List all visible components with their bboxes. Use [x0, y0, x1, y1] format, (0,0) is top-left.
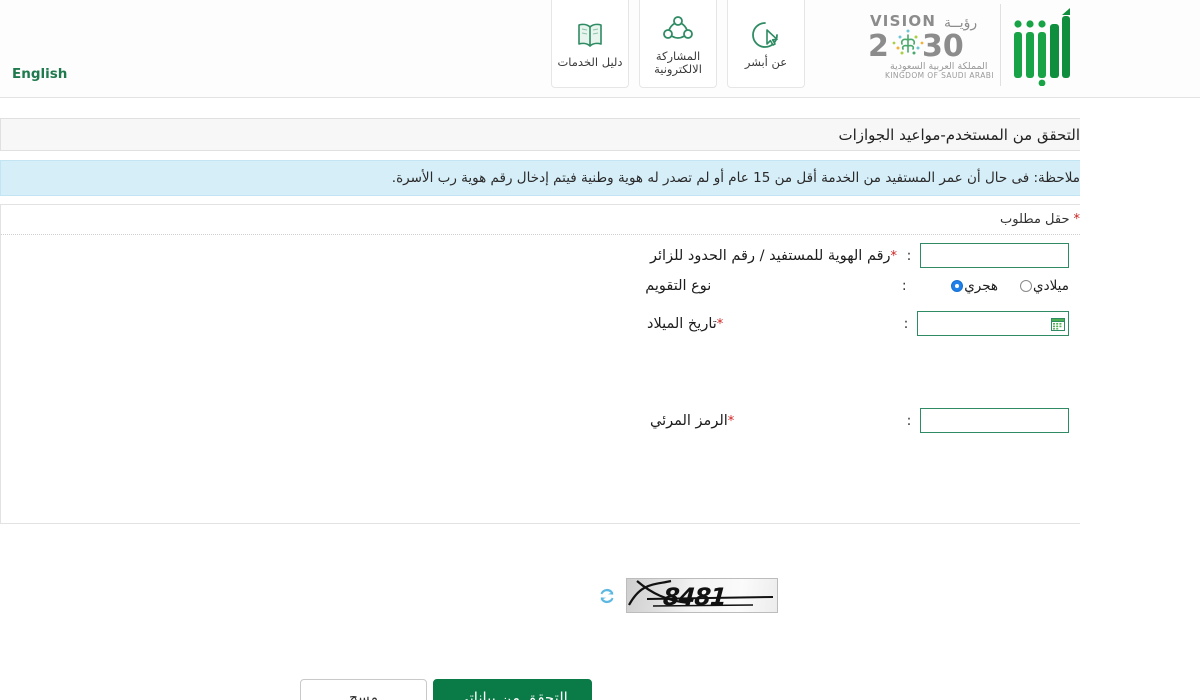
radio-hijri[interactable]: [951, 280, 964, 292]
birth-date-row: : *تاريخ الميلاد: [629, 311, 1069, 336]
id-number-required-star: *: [890, 248, 898, 264]
header-nav-tiles: دليل الخدمات المشاركة الالكترونية عن أبش…: [551, 0, 805, 88]
required-asterisk: *: [1073, 212, 1081, 227]
captcha-noise-lines: [628, 579, 774, 607]
calendar-type-radio-group: ميلادي هجري: [951, 278, 1069, 294]
about-cursor-icon: [750, 18, 782, 52]
nav-tile-e-participation[interactable]: المشاركة الالكترونية: [639, 0, 717, 88]
visual-code-colon: :: [906, 412, 912, 429]
id-number-row: : *رقم الهوية للمستفيد / رقم الحدود للزا…: [629, 243, 1069, 268]
calendar-type-label: نوع التقويم: [645, 278, 712, 294]
captcha-row: 8481: [596, 578, 778, 613]
visual-code-control: [920, 408, 1069, 433]
visual-code-label: الرمز المرئي: [650, 412, 728, 429]
visual-code-row: : *الرمز المرئي: [629, 408, 1069, 433]
id-number-input[interactable]: [920, 243, 1069, 268]
birth-date-input[interactable]: [917, 311, 1069, 336]
radio-gregorian[interactable]: [1020, 280, 1033, 292]
captcha-image: 8481: [626, 578, 778, 613]
vision-year-left: 2: [868, 29, 889, 64]
e-participation-icon: [662, 12, 694, 46]
page-body: التحقق من المستخدم-مواعيد الجوازات ملاحظ…: [0, 98, 1200, 700]
calendar-type-option-gregorian[interactable]: ميلادي: [1020, 278, 1069, 294]
calendar-type-row: ميلادي هجري : نوع التقويم: [621, 278, 1069, 294]
notice-text: ملاحظة: فى حال أن عمر المستفيد من الخدمة…: [391, 170, 1080, 186]
visual-code-input[interactable]: [920, 408, 1069, 433]
nav-tile-label: المشاركة الالكترونية: [654, 48, 702, 76]
verify-button[interactable]: التحقق من بياناتي: [433, 679, 592, 700]
notice-banner: ملاحظة: فى حال أن عمر المستفيد من الخدمة…: [0, 160, 1080, 196]
id-number-control: [920, 243, 1069, 268]
form-actions: مسح التحقق من بياناتي: [300, 679, 592, 700]
refresh-icon[interactable]: [596, 585, 618, 607]
nav-tile-label: عن أبشر: [744, 55, 788, 69]
visual-code-label-wrap: *الرمز المرئي: [648, 413, 898, 429]
birth-date-label: تاريخ الميلاد: [647, 315, 717, 332]
nav-tile-label: دليل الخدمات: [557, 55, 623, 69]
calendar-type-colon: :: [901, 278, 907, 294]
clear-button[interactable]: مسح: [300, 679, 427, 700]
required-legend: * حقل مطلوب: [1, 205, 1080, 235]
vision-year-right: 30: [922, 29, 964, 64]
nav-tile-services-guide[interactable]: دليل الخدمات: [551, 0, 629, 88]
birth-date-control: [917, 311, 1069, 336]
birth-date-colon: :: [903, 315, 909, 332]
page-title: التحقق من المستخدم-مواعيد الجوازات: [838, 125, 1080, 144]
id-number-label-wrap: *رقم الهوية للمستفيد / رقم الحدود للزائر: [648, 248, 898, 264]
verification-panel: التحقق من المستخدم-مواعيد الجوازات ملاحظ…: [0, 118, 1080, 700]
nav-tile-about-absher[interactable]: عن أبشر: [727, 0, 805, 88]
language-switch-link[interactable]: English: [12, 66, 67, 82]
birth-date-required-star: *: [716, 316, 724, 332]
radio-label-gregorian: ميلادي: [1033, 278, 1069, 294]
services-guide-book-icon: [575, 18, 605, 52]
vision-palm-emblem: [892, 29, 924, 55]
vision-kingdom-en: KINGDOM OF SAUDI ARABIA: [885, 71, 994, 80]
absher-logo[interactable]: [1000, 4, 1072, 87]
id-number-label: رقم الهوية للمستفيد / رقم الحدود للزائر: [650, 247, 891, 264]
required-legend-label: حقل مطلوب: [1000, 212, 1070, 227]
radio-label-hijri: هجري: [964, 278, 999, 294]
vision-2030-logo: VISION رؤيــة 2 30 المملكة العربية السعو…: [866, 10, 1000, 80]
vision-wordmark: VISION: [870, 12, 936, 30]
visual-code-required-star: *: [727, 413, 735, 429]
calendar-type-option-hijri[interactable]: هجري: [951, 278, 998, 294]
id-number-colon: :: [906, 247, 912, 264]
panel-header: التحقق من المستخدم-مواعيد الجوازات: [0, 118, 1080, 151]
verification-form: * حقل مطلوب : *رقم الهوية للمستفيد / رقم…: [0, 204, 1080, 700]
site-header: English دليل الخدمات المشاركة الالكتروني…: [0, 0, 1200, 98]
calendar-icon[interactable]: [1051, 317, 1065, 331]
birth-date-label-wrap: *تاريخ الميلاد: [645, 316, 895, 332]
